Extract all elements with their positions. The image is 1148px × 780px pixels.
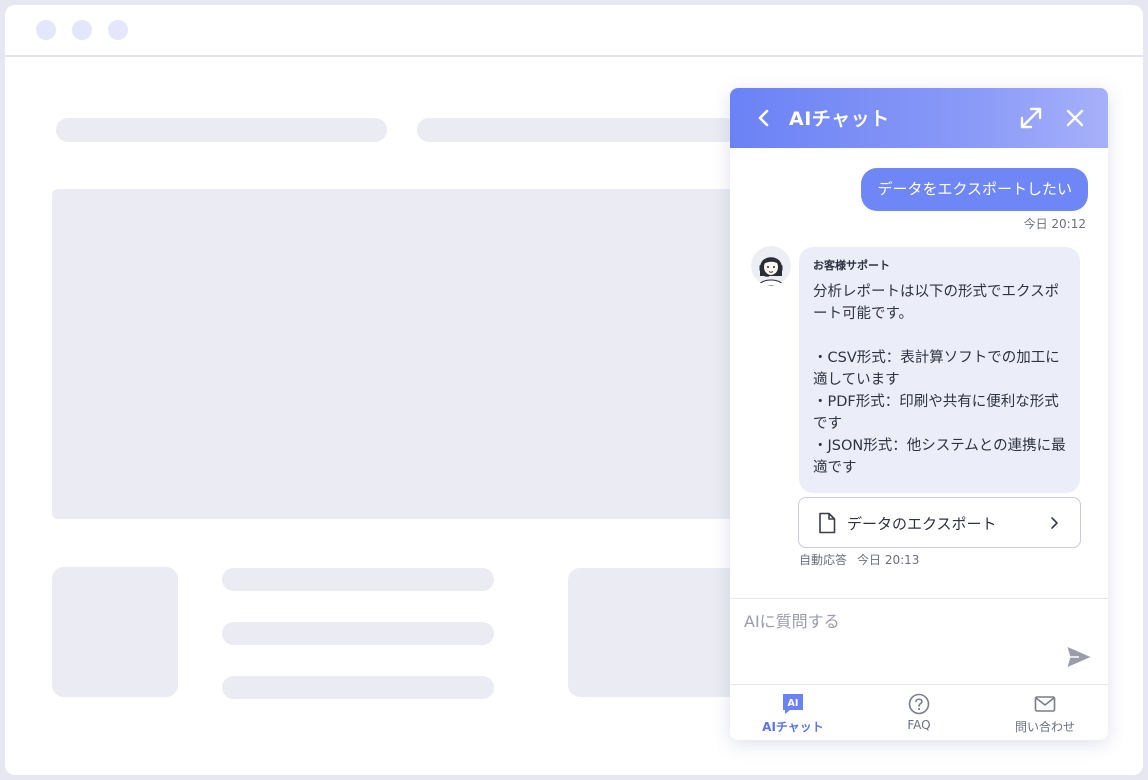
ai-badge-text: AI	[788, 698, 799, 709]
skeleton-card	[568, 568, 748, 697]
tab-faq-label: FAQ	[907, 718, 931, 732]
skeleton-hero-block	[52, 189, 742, 519]
window-dot-minimize[interactable]	[72, 20, 92, 40]
chat-message-input[interactable]	[730, 599, 1060, 643]
chevron-right-icon	[1051, 517, 1058, 529]
chat-title: AIチャット	[789, 108, 890, 130]
bot-message-text: 分析レポートは以下の形式でエクスポート可能です。 ・CSV形式：表計算ソフトでの…	[813, 284, 1066, 476]
tab-contact-label: 問い合わせ	[1014, 720, 1075, 734]
bot-sender-name: お客様サポート	[813, 259, 890, 272]
bot-message-time: 今日 20:13	[857, 553, 920, 567]
tab-ai-chat-label: AIチャット	[762, 720, 824, 734]
send-icon[interactable]	[1066, 645, 1092, 669]
chat-tab-bar: AI AIチャット FAQ 問い合わせ	[730, 684, 1108, 740]
document-icon	[819, 512, 836, 534]
skeleton-nav-pill	[417, 118, 737, 142]
expand-icon[interactable]	[1018, 105, 1044, 131]
window-dot-maximize[interactable]	[108, 20, 128, 40]
export-data-link-card[interactable]: データのエクスポート	[798, 497, 1081, 548]
bot-message-meta: 自動応答 今日 20:13	[799, 551, 919, 568]
user-message-time: 今日 20:12	[1023, 217, 1086, 231]
chat-header: AIチャット	[730, 88, 1108, 148]
back-chevron-icon[interactable]	[752, 106, 776, 130]
auto-response-label: 自動応答	[799, 553, 848, 567]
user-message-bubble: データをエクスポートしたい	[861, 168, 1088, 211]
window-dot-close[interactable]	[36, 20, 56, 40]
bot-message-bubble: お客様サポート 分析レポートは以下の形式でエクスポート可能です。 ・CSV形式：…	[799, 247, 1080, 493]
browser-titlebar	[5, 5, 1143, 57]
skeleton-nav-pill	[56, 118, 387, 142]
tab-ai-chat[interactable]: AI AIチャット	[730, 685, 856, 740]
skeleton-thumbnail	[52, 567, 178, 697]
ai-chat-icon: AI	[783, 694, 803, 714]
support-agent-avatar	[751, 246, 791, 286]
chat-input-area	[730, 598, 1108, 684]
ai-chat-widget: AIチャット データをエクスポートしたい 今日 20:12 お客様サポート 分析…	[730, 88, 1108, 740]
skeleton-text-line	[222, 622, 494, 645]
export-link-label: データのエクスポート	[847, 515, 997, 533]
tab-faq[interactable]: FAQ	[856, 685, 982, 740]
skeleton-text-line	[222, 676, 494, 699]
tab-contact[interactable]: 問い合わせ	[982, 685, 1108, 740]
question-circle-icon	[908, 693, 930, 715]
skeleton-text-line	[222, 568, 494, 591]
close-icon[interactable]	[1064, 107, 1086, 129]
mail-icon	[1034, 696, 1056, 712]
